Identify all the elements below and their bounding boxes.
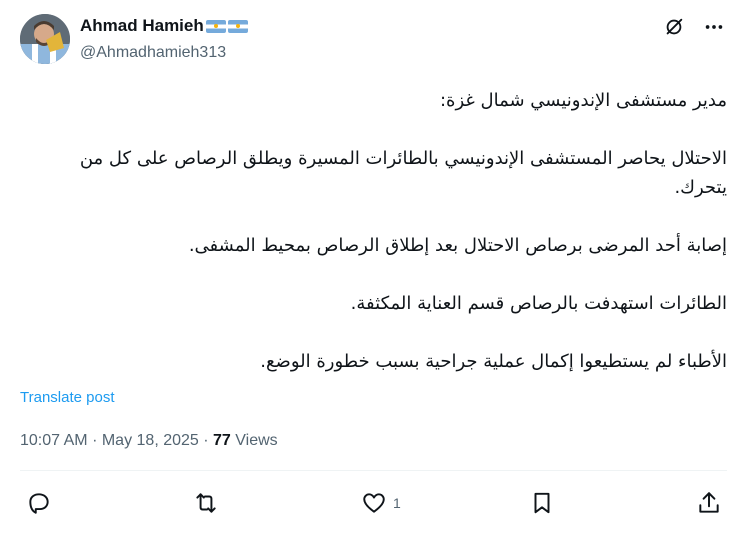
author-display-name[interactable]: Ahmad Hamieh [80,16,204,36]
repost-icon [196,493,216,513]
heart-icon [363,493,385,513]
argentina-flag-icon [227,19,248,33]
reply-button[interactable] [26,490,58,516]
translate-post-link[interactable]: Translate post [20,389,115,406]
like-count: 1 [393,495,401,511]
author-name-row: Ahmad Hamieh [80,16,248,36]
argentina-flag-icon [205,19,226,33]
meta-separator: · [203,432,209,449]
tweet-text: مدير مستشفى الإندونيسي شمال غزة: الاحتلا… [24,86,727,376]
top-actions [663,16,725,38]
action-bar: 1 [0,490,747,520]
avatar[interactable] [20,14,70,64]
bookmark-button[interactable] [529,490,561,516]
tweet-paragraph: الطائرات استهدفت بالرصاص قسم العناية الم… [350,293,727,314]
post-date[interactable]: May 18, 2025 [102,432,199,449]
like-button[interactable]: 1 [361,490,401,516]
reply-icon [29,493,49,514]
tweet-paragraph: مدير مستشفى الإندونيسي شمال غزة: [439,90,727,111]
divider [20,470,727,471]
meta-separator: · [92,432,98,449]
tweet-paragraph: الاحتلال يحاصر المستشفى الإندونيسي بالطا… [79,148,727,198]
grok-icon[interactable] [663,16,685,38]
author-handle[interactable]: @Ahmadhamieh313 [80,44,226,62]
share-button[interactable] [696,490,722,516]
tweet-paragraph: إصابة أحد المرضى برصاص الاحتلال بعد إطلا… [188,235,727,256]
views-label[interactable]: Views [235,432,277,449]
repost-button[interactable] [193,490,225,516]
share-icon [699,492,719,513]
post-time[interactable]: 10:07 AM [20,432,88,449]
more-icon[interactable] [703,16,725,38]
bookmark-icon [534,492,550,514]
tweet-paragraph: الأطباء لم يستطيعوا إكمال عملية جراحية ب… [260,351,727,372]
views-count[interactable]: 77 [213,432,231,449]
post-meta: 10:07 AM · May 18, 2025 · 77 Views [20,432,278,450]
